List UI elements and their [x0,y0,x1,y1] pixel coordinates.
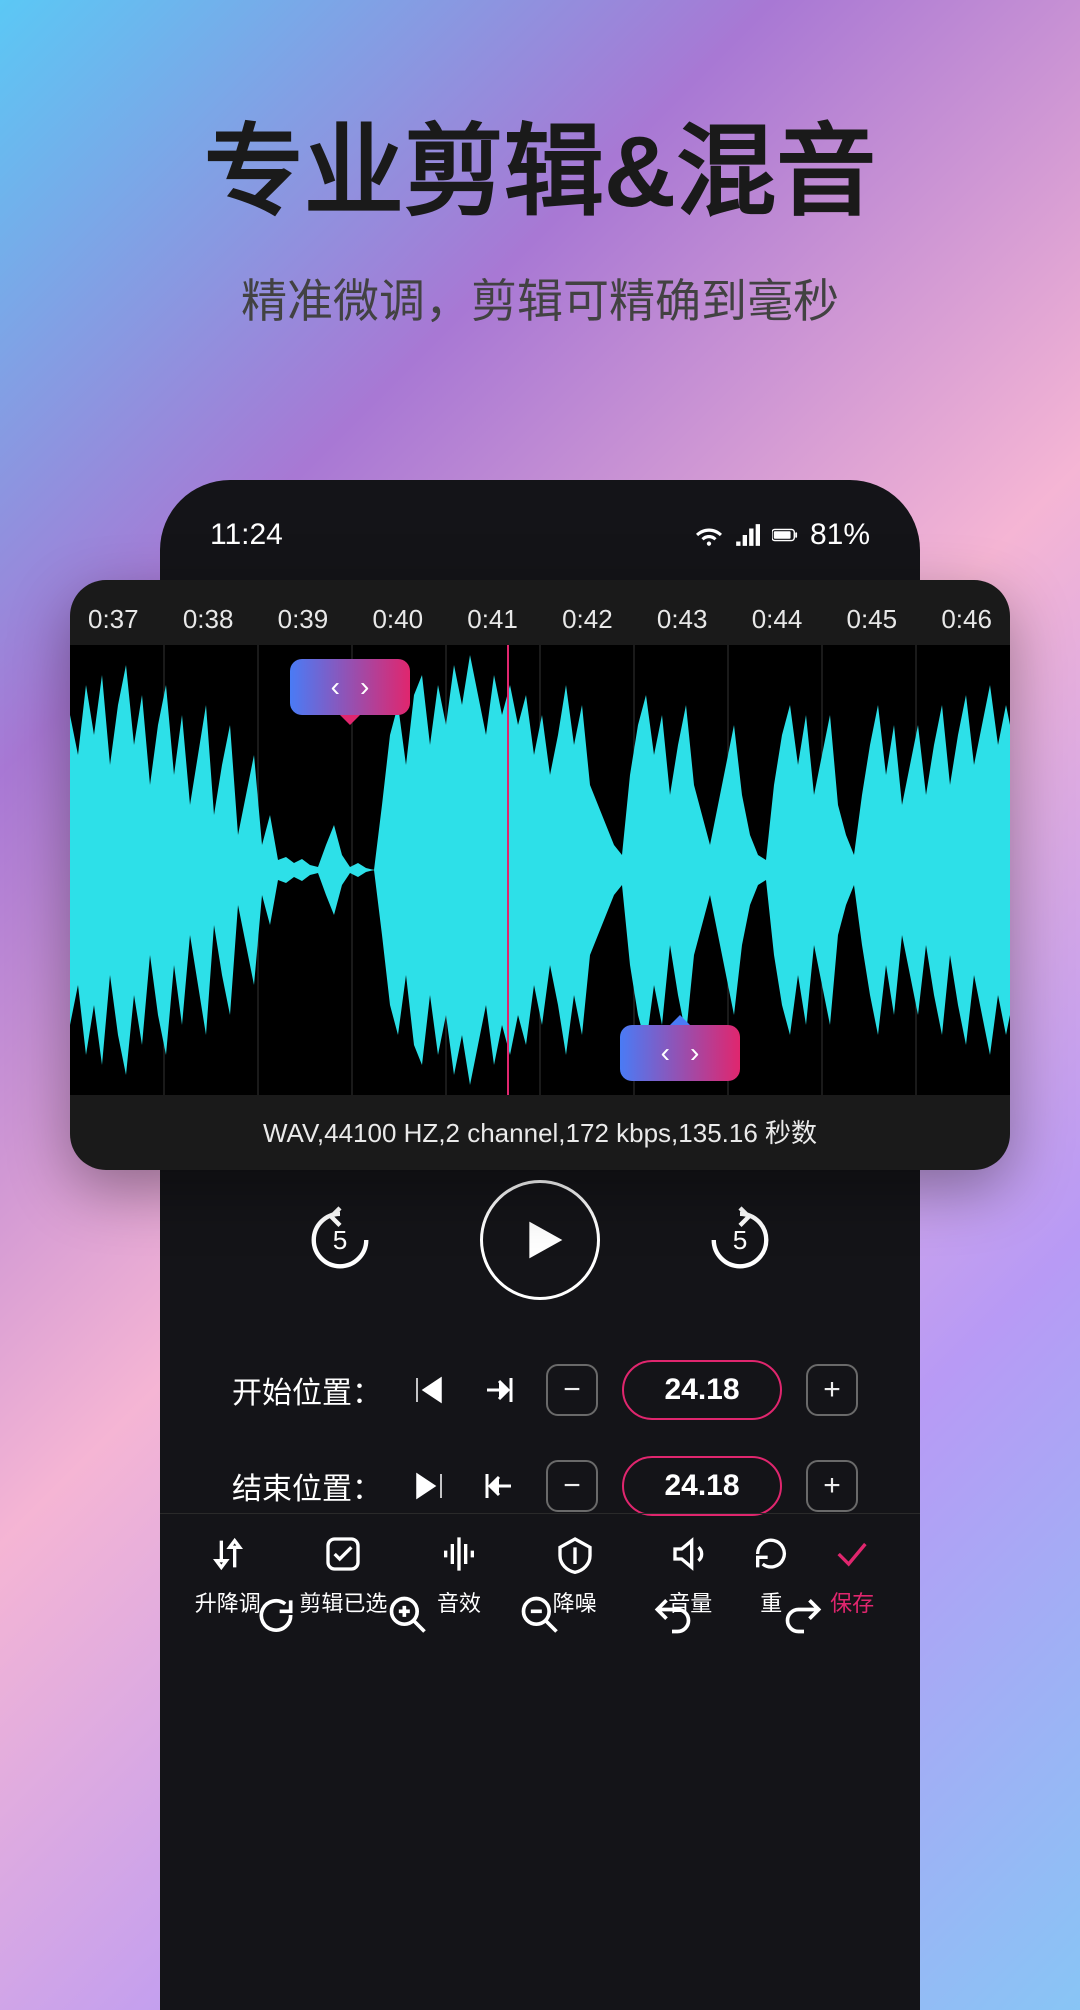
selection-start-handle[interactable]: ‹ › [290,659,410,715]
tool-noise-reduction[interactable]: 降噪 [517,1534,633,1618]
timeline-tick: 0:37 [88,604,139,635]
end-position-value[interactable]: 24.18 [622,1456,782,1516]
timeline-tick: 0:41 [467,604,518,635]
tool-pitch[interactable]: 升降调 [170,1534,286,1618]
tool-clip-label: 剪辑已选 [299,1586,387,1618]
start-position-value[interactable]: 24.18 [622,1360,782,1420]
tool-clip-selected[interactable]: 剪辑已选 [286,1534,402,1618]
selection-end-handle[interactable]: ‹ › [620,1025,740,1081]
snap-start-button[interactable] [476,1367,522,1413]
chevron-left-icon: ‹ [331,671,340,703]
end-decrement-button[interactable]: − [546,1460,598,1512]
tool-pitch-label: 升降调 [195,1586,261,1618]
timeline-tick: 0:42 [562,604,613,635]
tool-reset[interactable]: 重 [748,1534,794,1618]
chevron-right-icon: › [360,671,369,703]
play-button[interactable] [480,1180,600,1300]
battery-percent: 81% [810,518,870,552]
end-position-row: 结束位置： − 24.18 + [160,1456,920,1516]
end-position-label: 结束位置： [222,1464,382,1508]
hero-subtitle: 精准微调，剪辑可精确到毫秒 [0,265,1080,331]
tool-noise-label: 降噪 [553,1586,597,1618]
timeline-tick: 0:40 [372,604,423,635]
snap-end-button[interactable] [476,1463,522,1509]
file-info: WAV,44100 HZ,2 channel,172 kbps,135.16 秒… [70,1095,1010,1168]
waveform-area[interactable]: ‹ › ‹ › [70,645,1010,1095]
svg-text:5: 5 [733,1225,748,1255]
chevron-right-icon: › [690,1037,699,1069]
status-right: 81% [696,518,870,552]
start-position-label: 开始位置： [222,1368,382,1412]
go-to-start-button[interactable] [406,1367,452,1413]
bottom-toolbar: 升降调 剪辑已选 音效 降噪 音量 重 [160,1513,920,1658]
controls-area: 5 5 开始位置： − 24.18 + 结束位置： − 24.18 + [160,1180,920,1658]
go-to-end-button[interactable] [406,1463,452,1509]
tool-reset-label: 重 [760,1586,782,1618]
forward-5-button[interactable]: 5 [700,1200,780,1280]
chevron-left-icon: ‹ [661,1037,670,1069]
tool-save[interactable]: 保存 [794,1534,910,1618]
timeline-tick: 0:45 [847,604,898,635]
start-decrement-button[interactable]: − [546,1364,598,1416]
tool-volume[interactable]: 音量 [633,1534,749,1618]
battery-icon [772,522,798,548]
status-time: 11:24 [210,518,283,552]
status-bar: 11:24 81% [160,510,920,560]
timeline-tick: 0:43 [657,604,708,635]
start-position-row: 开始位置： − 24.18 + [160,1360,920,1420]
end-increment-button[interactable]: + [806,1460,858,1512]
waveform-svg [70,645,1010,1095]
tool-effects-label: 音效 [437,1586,481,1618]
tool-volume-label: 音量 [668,1586,712,1618]
signal-icon [734,522,760,548]
hero-title: 专业剪辑&混音 [0,90,1080,235]
timeline-tick: 0:44 [752,604,803,635]
start-increment-button[interactable]: + [806,1364,858,1416]
wifi-icon [696,522,722,548]
tool-effects[interactable]: 音效 [401,1534,517,1618]
timeline-tick: 0:39 [278,604,329,635]
playback-row: 5 5 [160,1180,920,1300]
svg-text:5: 5 [333,1225,348,1255]
tool-save-label: 保存 [830,1586,874,1618]
timeline-tick: 0:38 [183,604,234,635]
timeline-tick: 0:46 [941,604,992,635]
timeline-row: 0:37 0:38 0:39 0:40 0:41 0:42 0:43 0:44 … [70,580,1010,645]
waveform-panel: 0:37 0:38 0:39 0:40 0:41 0:42 0:43 0:44 … [70,580,1010,1170]
rewind-5-button[interactable]: 5 [300,1200,380,1280]
